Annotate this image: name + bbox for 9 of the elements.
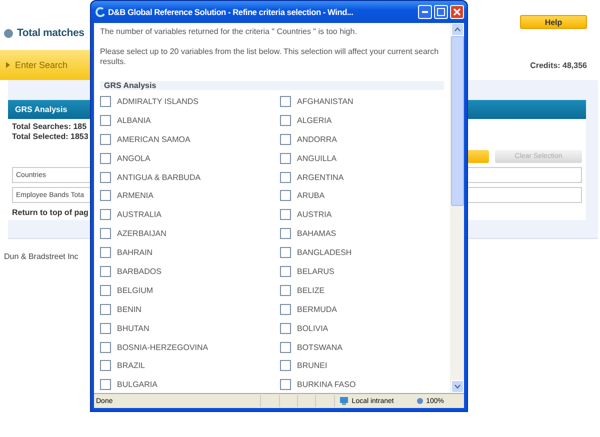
total-selected: Total Selected: 1853: [12, 132, 88, 141]
copyright-text: Dun & Bradstreet Inc: [4, 252, 78, 261]
total-searches: Total Searches: 185: [12, 122, 87, 131]
credits-label: Credits: 48,356: [530, 60, 587, 70]
total-matches-label: Total matches: [17, 27, 84, 39]
instructions-text: Please select up to 20 variables from the list below. This selection will affect your current search results.: [100, 47, 440, 67]
window-title: D&B Global Reference Solution - Refine criteria selection - Wind...: [108, 7, 354, 17]
message-text: The number of variables returned for the criteria " Countries " is too high.: [100, 27, 358, 37]
section-header: GRS Analysis: [100, 81, 444, 90]
